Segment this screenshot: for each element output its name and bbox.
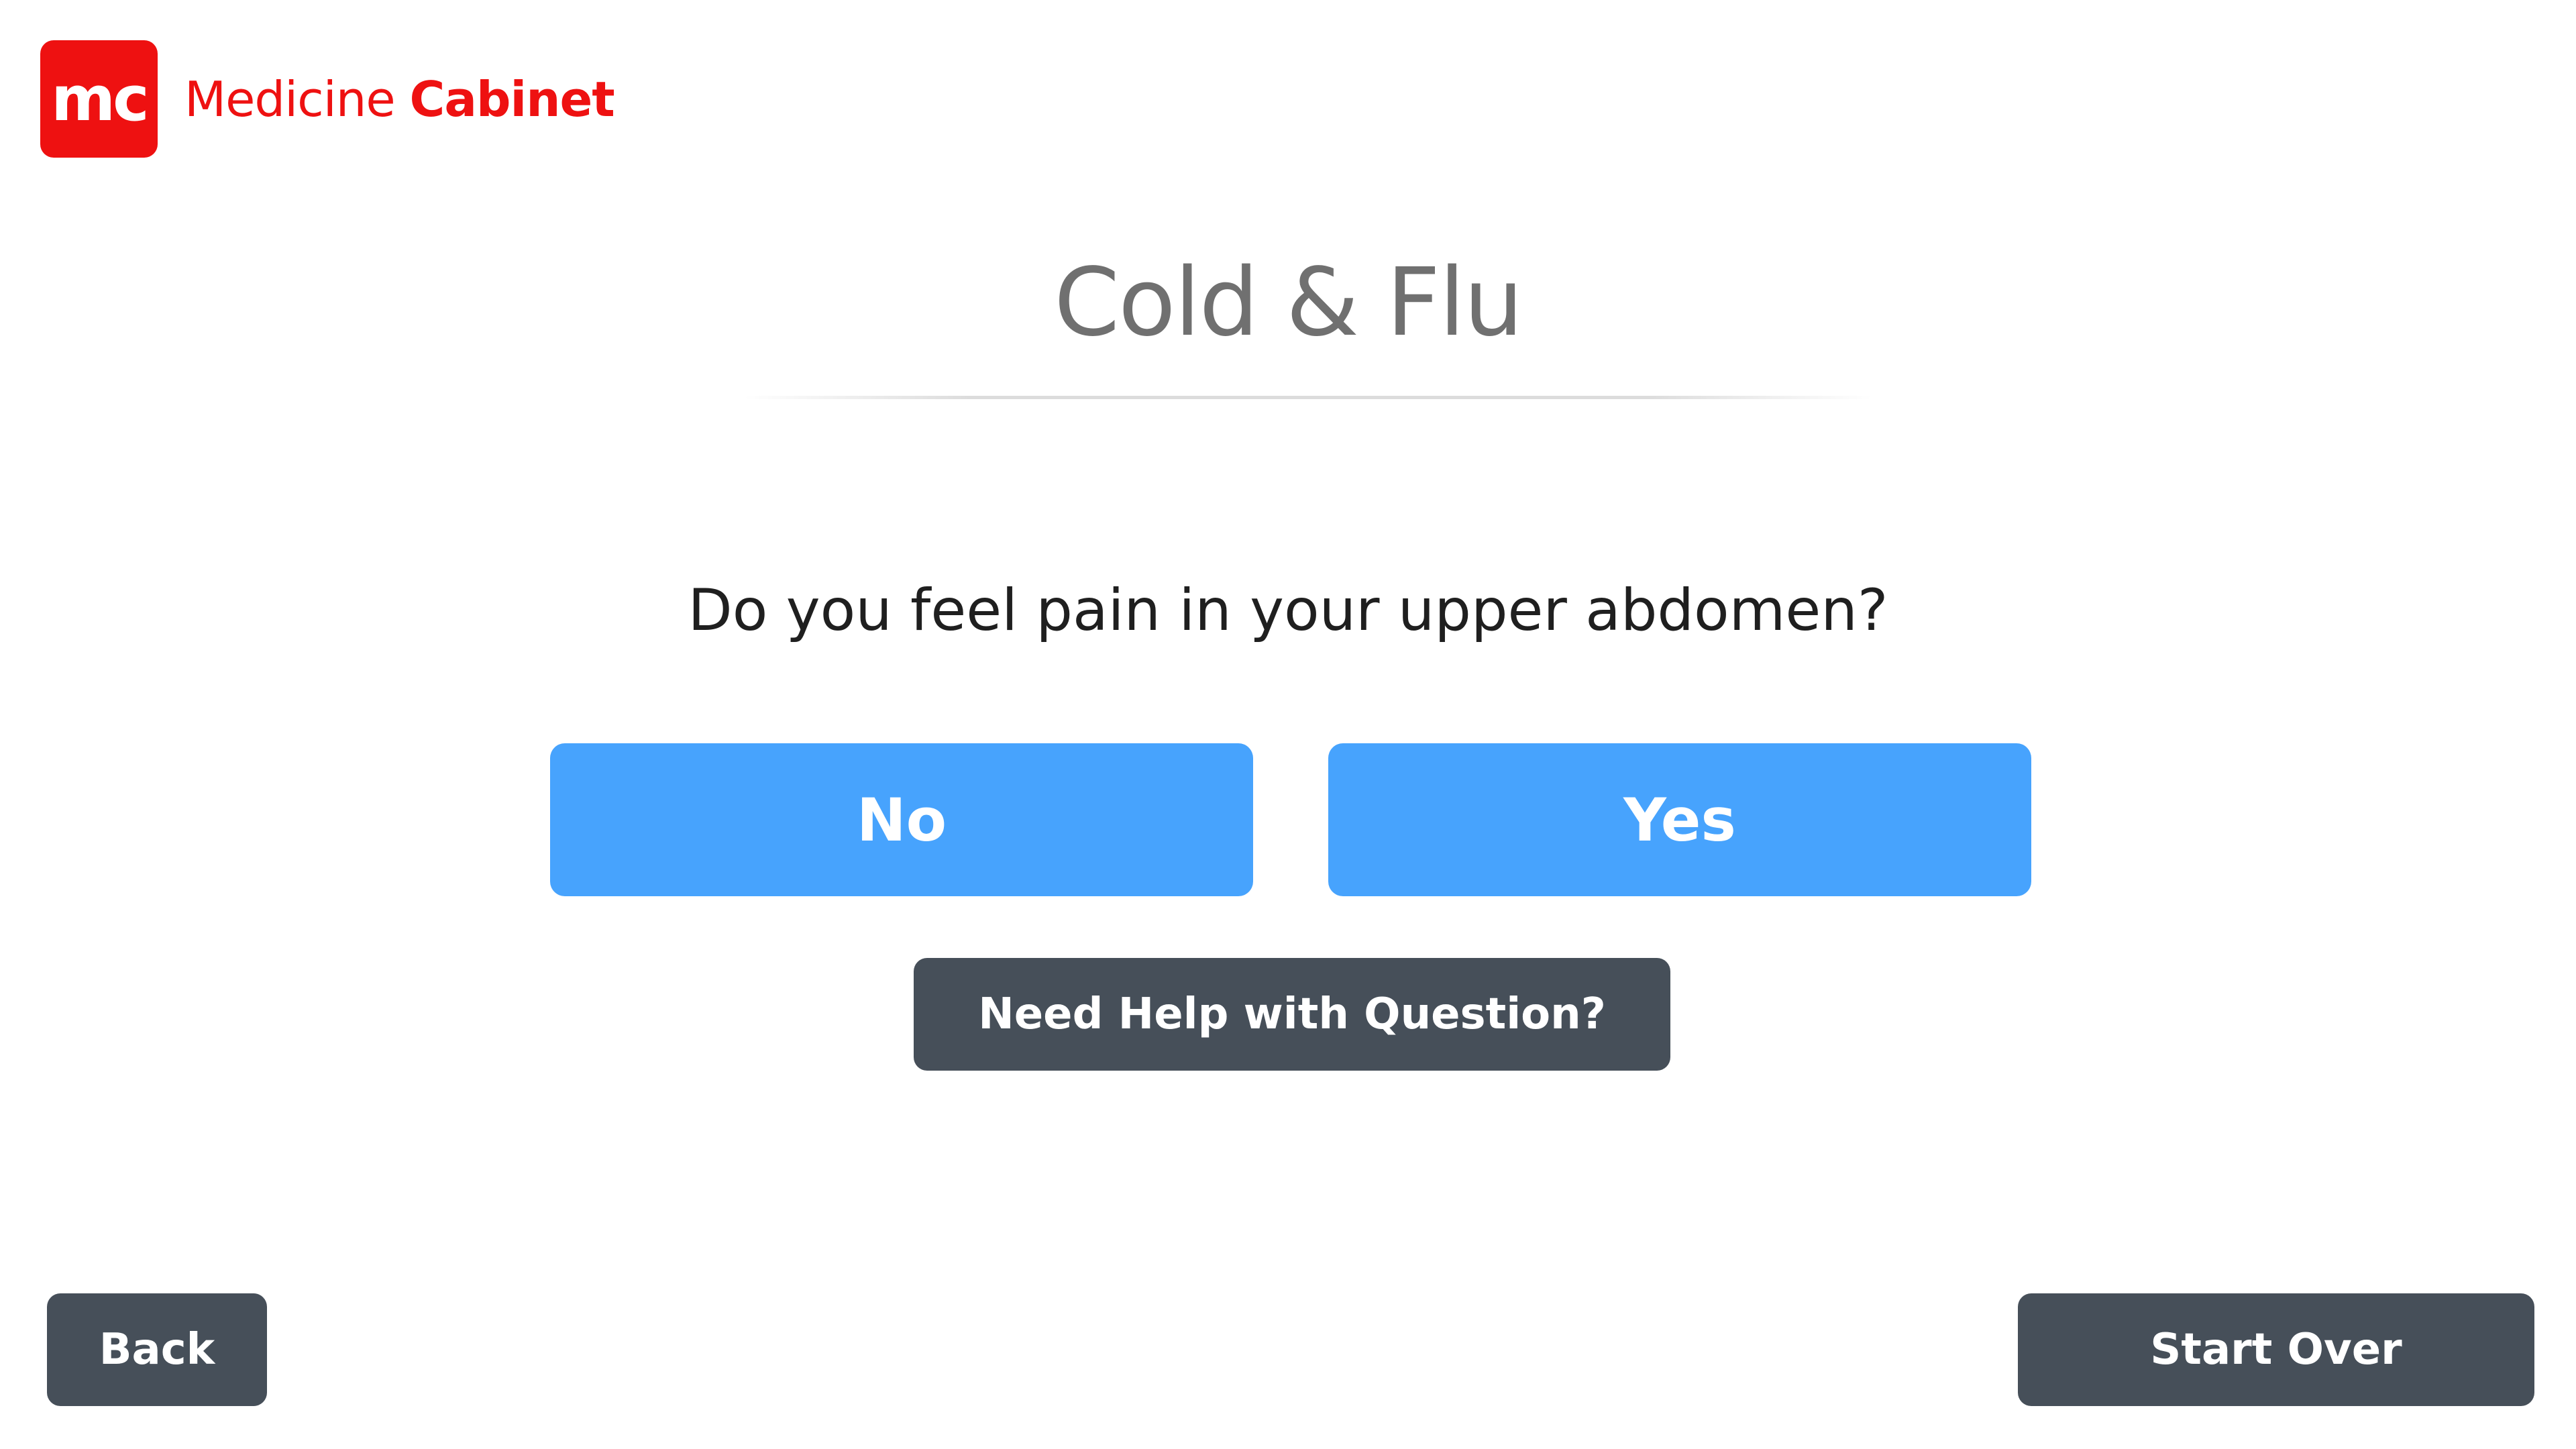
need-help-button[interactable]: Need Help with Question? — [914, 958, 1670, 1071]
brand-name: Medicine Cabinet — [184, 70, 615, 127]
start-over-button[interactable]: Start Over — [2018, 1293, 2534, 1406]
yes-button[interactable]: Yes — [1328, 743, 2031, 896]
brand-name-regular: Medicine — [184, 70, 396, 127]
no-button[interactable]: No — [550, 743, 1253, 896]
question-text: Do you feel pain in your upper abdomen? — [688, 577, 1888, 644]
brand-logo-text: mc — [51, 63, 149, 135]
page: mc Medicine Cabinet Cold & Flu Do you fe… — [0, 0, 2576, 1449]
page-title: Cold & Flu — [1054, 248, 1523, 358]
brand-name-bold: Cabinet — [409, 70, 615, 127]
brand: mc Medicine Cabinet — [40, 40, 615, 158]
title-divider — [745, 396, 1872, 399]
no-button-label: No — [856, 785, 947, 855]
back-button[interactable]: Back — [47, 1293, 267, 1406]
back-button-label: Back — [99, 1325, 215, 1375]
need-help-button-label: Need Help with Question? — [978, 989, 1606, 1039]
brand-logo: mc — [40, 40, 158, 158]
start-over-button-label: Start Over — [2150, 1325, 2402, 1375]
yes-button-label: Yes — [1623, 785, 1736, 855]
